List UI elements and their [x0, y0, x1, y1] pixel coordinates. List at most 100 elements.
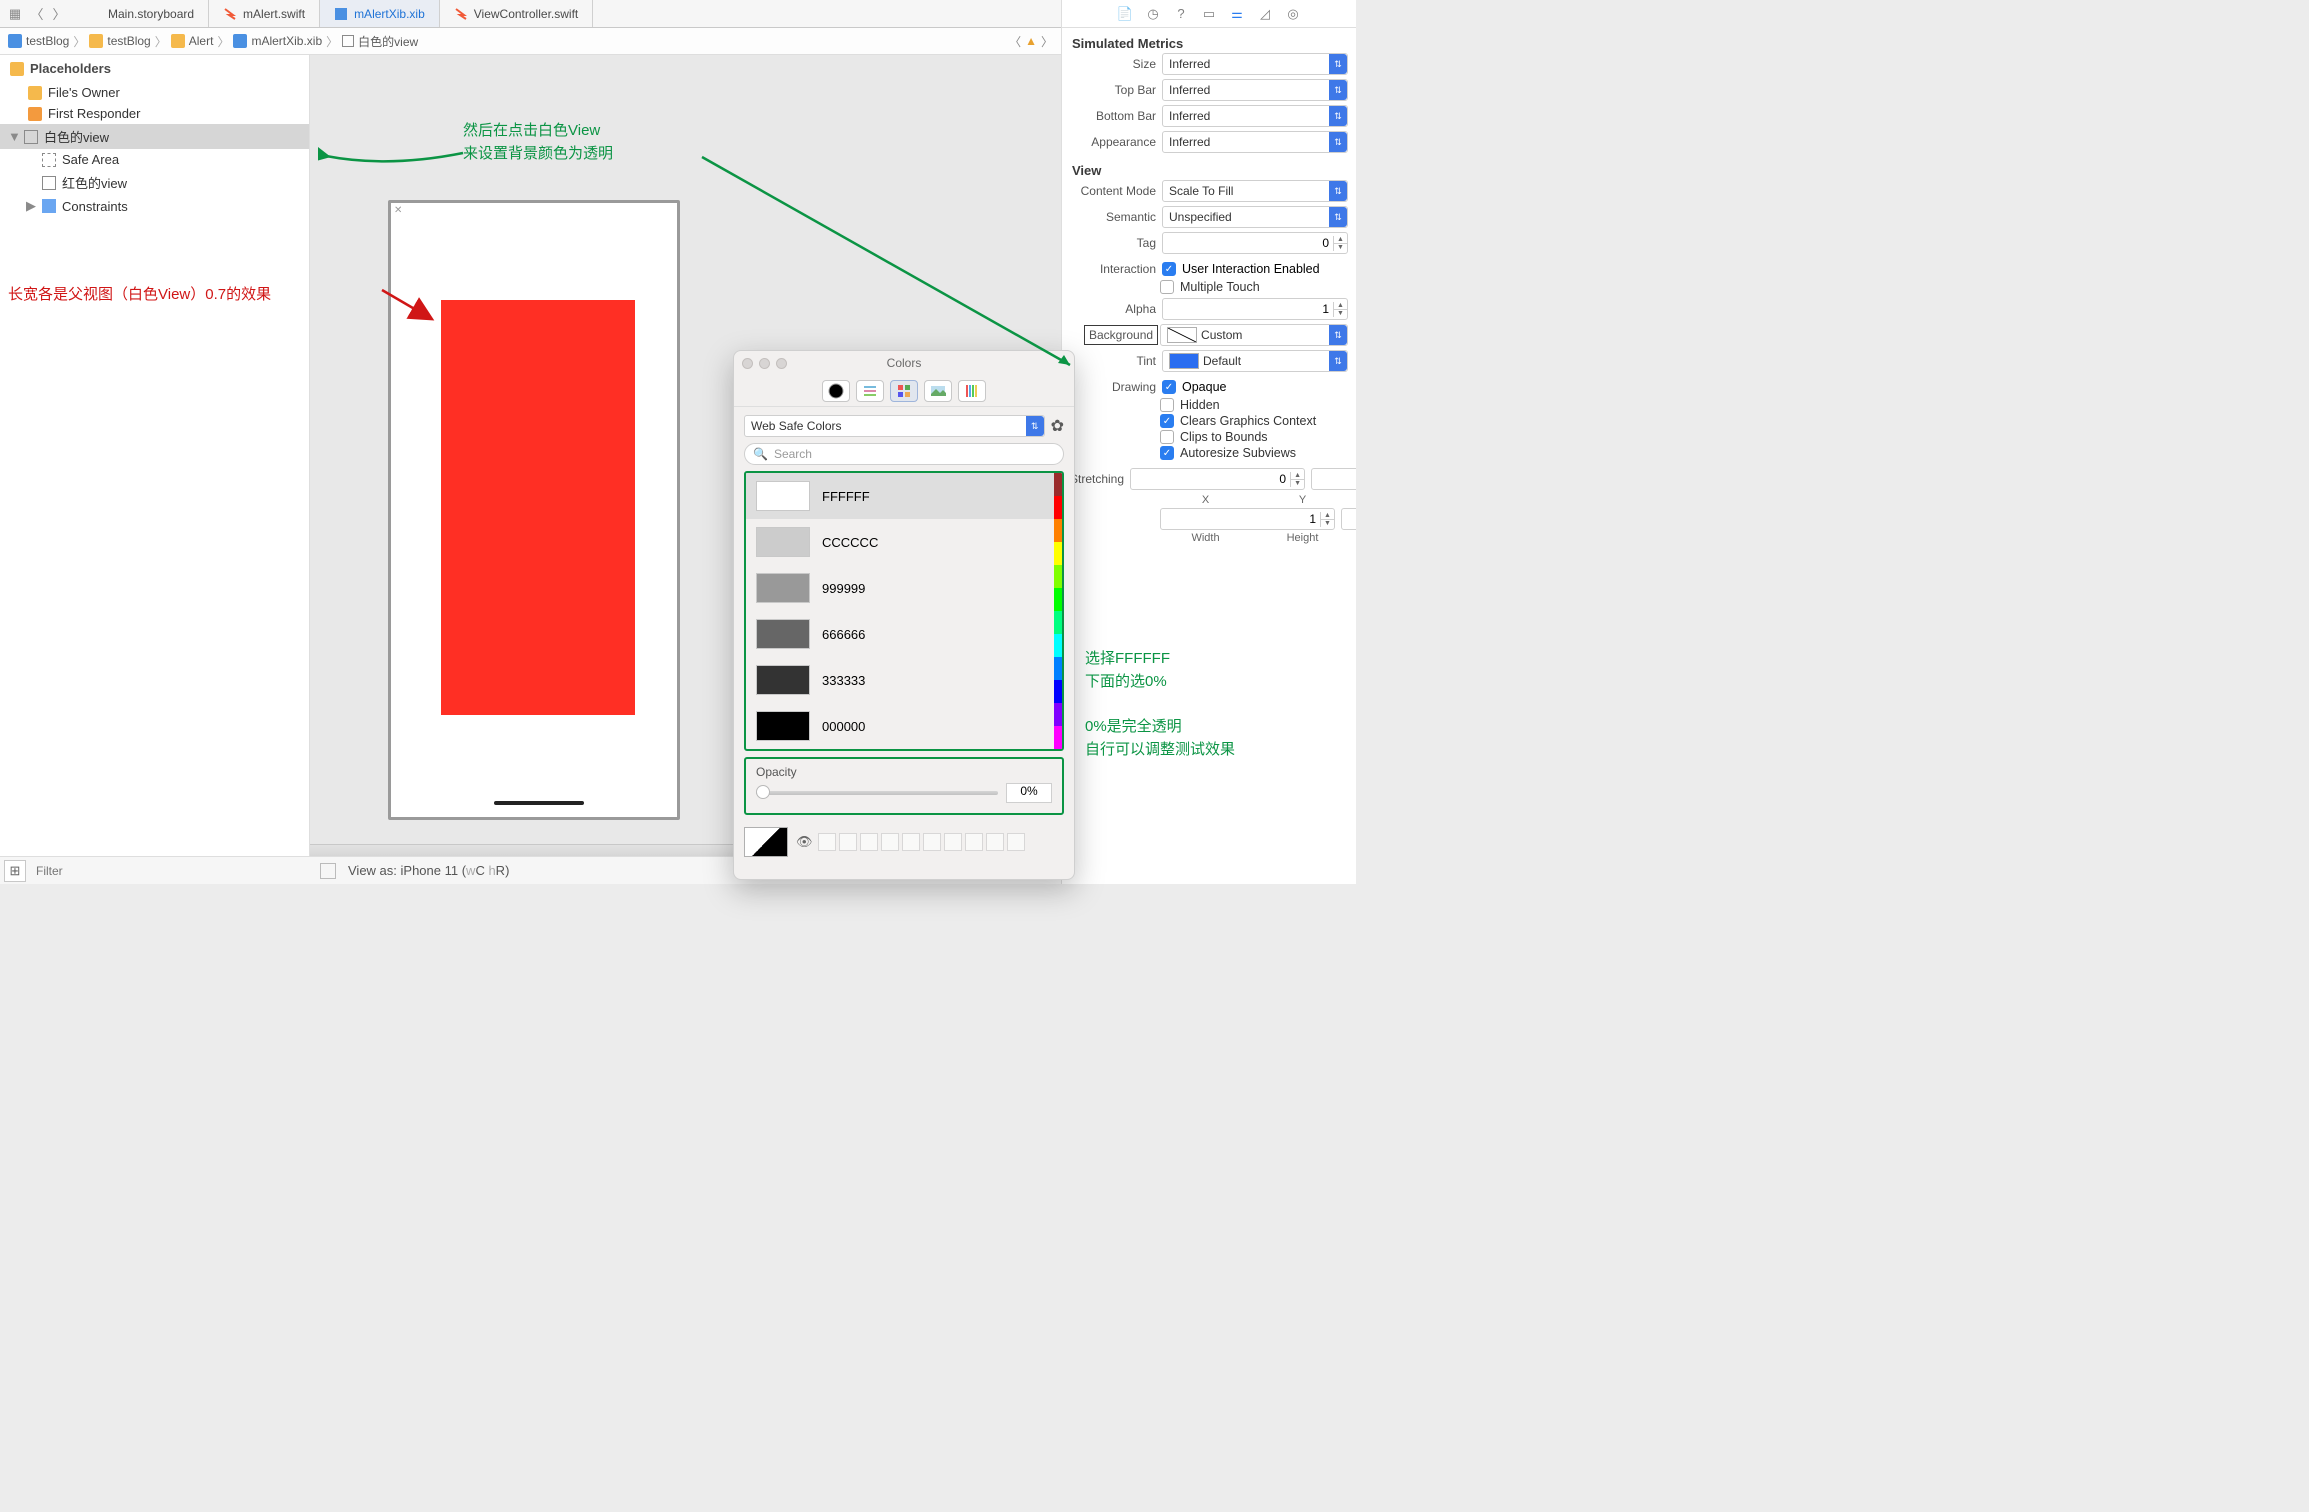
mode-sliders-icon[interactable]	[856, 380, 884, 402]
tab-main-storyboard[interactable]: Main.storyboard	[74, 0, 209, 27]
history-inspector-icon[interactable]: ◷	[1145, 6, 1161, 22]
field-stretch-x[interactable]: ▲▼	[1130, 468, 1305, 490]
breadcrumb-item[interactable]: testBlog	[89, 34, 150, 48]
placeholder-files-owner[interactable]: File's Owner	[0, 82, 309, 103]
tab-malert-swift[interactable]: mAlert.swift	[209, 0, 320, 27]
mode-image-icon[interactable]	[924, 380, 952, 402]
checkbox-opaque[interactable]: ✓	[1162, 380, 1176, 394]
swatch-slot[interactable]	[902, 833, 920, 851]
nav-back-icon[interactable]: 〈	[28, 5, 46, 23]
identity-inspector-icon[interactable]: ▭	[1201, 6, 1217, 22]
swatch-slot[interactable]	[986, 833, 1004, 851]
opacity-slider[interactable]	[756, 791, 998, 795]
zoom-dot-icon[interactable]	[776, 358, 787, 369]
field-tag[interactable]: ▲▼	[1162, 232, 1348, 254]
slider-knob-icon[interactable]	[756, 785, 770, 799]
breadcrumb-item[interactable]: Alert	[171, 34, 214, 48]
min-dot-icon[interactable]	[759, 358, 770, 369]
swatch-slot[interactable]	[860, 833, 878, 851]
field-stretch-w[interactable]: ▲▼	[1160, 508, 1335, 530]
connections-inspector-icon[interactable]: ◎	[1285, 6, 1301, 22]
disclosure-triangle-icon[interactable]: ▼	[8, 129, 18, 144]
nav-forward-icon[interactable]: 〉	[50, 5, 68, 23]
hue-strip[interactable]	[1054, 473, 1062, 749]
nav-back-small-icon[interactable]: 〈	[1009, 33, 1021, 50]
outline-item-red-view[interactable]: 红色的view	[0, 170, 309, 195]
color-search-input[interactable]: 🔍Search	[744, 443, 1064, 465]
placeholders-header[interactable]: Placeholders	[0, 55, 309, 82]
disclosure-triangle-icon[interactable]: ▶	[26, 198, 36, 214]
swatch-slot[interactable]	[1007, 833, 1025, 851]
swatch-slot[interactable]	[944, 833, 962, 851]
search-icon: 🔍	[753, 447, 768, 461]
add-button[interactable]: ⊞	[4, 860, 26, 882]
mode-pencils-icon[interactable]	[958, 380, 986, 402]
checkbox-multiple-touch[interactable]	[1160, 280, 1174, 294]
nav-forward-small-icon[interactable]: 〉	[1041, 33, 1053, 50]
opacity-value[interactable]: 0%	[1006, 783, 1052, 803]
select-top-bar[interactable]: Inferred⇅	[1162, 79, 1348, 101]
current-color-swatch[interactable]	[744, 827, 788, 857]
checkbox-hidden[interactable]	[1160, 398, 1174, 412]
help-inspector-icon[interactable]: ?	[1173, 6, 1189, 22]
select-tint[interactable]: Default⇅	[1162, 350, 1348, 372]
select-appearance[interactable]: Inferred⇅	[1162, 131, 1348, 153]
size-inspector-icon[interactable]: ◿	[1257, 6, 1273, 22]
checkbox-clears-graphics[interactable]: ✓	[1160, 414, 1174, 428]
warning-icon[interactable]: ▲	[1025, 34, 1037, 48]
field-alpha[interactable]: ▲▼	[1162, 298, 1348, 320]
color-item-666666[interactable]: 666666	[746, 611, 1062, 657]
field-stretch-y[interactable]: ▲▼	[1311, 468, 1356, 490]
outline-toggle-icon[interactable]	[320, 863, 336, 879]
select-semantic[interactable]: Unspecified⇅	[1162, 206, 1348, 228]
checkbox-clips-bounds[interactable]	[1160, 430, 1174, 444]
outline-item-white-view[interactable]: ▼白色的view	[0, 124, 309, 149]
checkbox-autoresize[interactable]: ✓	[1160, 446, 1174, 460]
select-bottom-bar[interactable]: Inferred⇅	[1162, 105, 1348, 127]
checkbox-user-interaction[interactable]: ✓	[1162, 262, 1176, 276]
swatch-slot[interactable]	[965, 833, 983, 851]
breadcrumb-item[interactable]: 白色的view	[342, 33, 418, 50]
inspector-tab-bar: 📄 ◷ ? ▭ ⚌ ◿ ◎	[1062, 0, 1356, 28]
palette-select[interactable]: Web Safe Colors⇅	[744, 415, 1045, 437]
swatch-slot[interactable]	[818, 833, 836, 851]
color-swatch-icon	[1167, 327, 1197, 343]
document-outline: Placeholders File's Owner First Responde…	[0, 55, 310, 856]
select-content-mode[interactable]: Scale To Fill⇅	[1162, 180, 1348, 202]
close-dot-icon[interactable]	[742, 358, 753, 369]
mode-wheel-icon[interactable]	[822, 380, 850, 402]
color-item-FFFFFF[interactable]: FFFFFF	[746, 473, 1062, 519]
device-frame[interactable]: ✕	[388, 200, 680, 820]
field-stretch-h[interactable]: ▲▼	[1341, 508, 1356, 530]
select-size[interactable]: Inferred⇅	[1162, 53, 1348, 75]
related-items-icon[interactable]: ▦	[6, 5, 24, 23]
swatch-slot[interactable]	[881, 833, 899, 851]
color-item-999999[interactable]: 999999	[746, 565, 1062, 611]
tab-viewcontroller-swift[interactable]: ViewController.swift	[440, 0, 593, 27]
colors-popover[interactable]: Colors Web Safe Colors⇅ ✿ 🔍Search FFFFFF…	[733, 350, 1075, 880]
breadcrumb-item[interactable]: mAlertXib.xib	[233, 34, 322, 48]
view-as-label[interactable]: View as: iPhone 11 (wC hR)	[348, 863, 509, 878]
color-item-333333[interactable]: 333333	[746, 657, 1062, 703]
filter-input[interactable]	[30, 864, 310, 878]
mode-palettes-icon[interactable]	[890, 380, 918, 402]
placeholder-first-responder[interactable]: First Responder	[0, 103, 309, 124]
opacity-label: Opacity	[756, 765, 1052, 779]
breadcrumb-item[interactable]: testBlog	[8, 34, 69, 48]
swatch-slot[interactable]	[839, 833, 857, 851]
close-frame-icon[interactable]: ✕	[394, 205, 402, 216]
label-tint: Tint	[1070, 354, 1162, 368]
color-item-000000[interactable]: 000000	[746, 703, 1062, 749]
popover-titlebar[interactable]: Colors	[734, 351, 1074, 375]
color-item-CCCCCC[interactable]: CCCCCC	[746, 519, 1062, 565]
gear-icon[interactable]: ✿	[1051, 416, 1064, 436]
attributes-inspector-icon[interactable]: ⚌	[1229, 6, 1245, 22]
eyedropper-icon[interactable]: 👁	[796, 834, 810, 850]
swatch-slot[interactable]	[923, 833, 941, 851]
file-inspector-icon[interactable]: 📄	[1117, 6, 1133, 22]
outline-item-constraints[interactable]: ▶Constraints	[0, 195, 309, 217]
outline-item-safe-area[interactable]: Safe Area	[0, 149, 309, 170]
tab-malertxib-xib[interactable]: mAlertXib.xib	[320, 0, 440, 27]
select-background[interactable]: Custom⇅	[1160, 324, 1348, 346]
red-view[interactable]	[441, 300, 635, 715]
